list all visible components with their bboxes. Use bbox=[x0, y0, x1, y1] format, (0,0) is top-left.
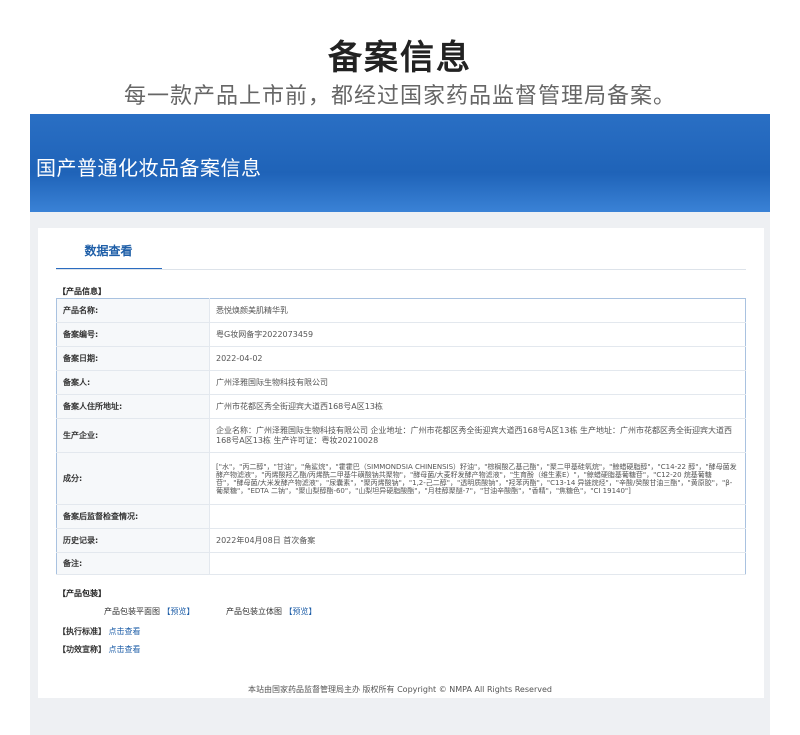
solid-image-label: 产品包装立体图 bbox=[226, 607, 282, 616]
solid-image-preview-link[interactable]: 【预览】 bbox=[285, 607, 317, 616]
row-key: 备注: bbox=[56, 552, 210, 575]
row-key: 备案编号: bbox=[56, 322, 210, 347]
table-row: 备注: bbox=[56, 552, 746, 575]
solid-image-row: 产品包装立体图 【预览】 bbox=[226, 606, 317, 617]
row-key: 成分: bbox=[56, 452, 210, 505]
tab-divider bbox=[56, 269, 746, 270]
standard-label: 【执行标准】 bbox=[58, 627, 106, 636]
tab-data-view[interactable]: 数据查看 bbox=[56, 240, 161, 270]
row-value bbox=[209, 504, 746, 529]
product-info-table: 产品名称: 悉悦焕颜美肌精华乳 备案编号: 粤G妆网备字2022073459 备… bbox=[56, 298, 746, 575]
row-value: 2022年04月08日 首次备案 bbox=[209, 528, 746, 553]
site-footer: 本站由国家药品监督管理局主办 版权所有 Copyright © NMPA All… bbox=[248, 685, 552, 694]
screenshot-frame: 国产普通化妆品备案信息 数据查看 【产品信息】 产品名称: 悉悦焕颜美肌精华乳 … bbox=[30, 114, 770, 735]
table-row: 生产企业: 企业名称：广州泽雅国际生物科技有限公司 企业地址：广州市花都区秀全街… bbox=[56, 418, 746, 453]
row-key: 备案人住所地址: bbox=[56, 394, 210, 419]
table-row: 备案日期: 2022-04-02 bbox=[56, 346, 746, 371]
banner-title: 国产普通化妆品备案信息 bbox=[36, 156, 262, 180]
product-info-label: 【产品信息】 bbox=[58, 287, 106, 296]
table-row: 成分: ["水"，"丙二醇"，"甘油"，"角鲨烷"，"霍霍巴（SIMMONDSI… bbox=[56, 452, 746, 505]
row-key: 生产企业: bbox=[56, 418, 210, 453]
page-subtitle: 每一款产品上市前，都经过国家药品监督管理局备案。 bbox=[123, 84, 676, 109]
row-value: 悉悦焕颜美肌精华乳 bbox=[209, 298, 746, 323]
table-row: 产品名称: 悉悦焕颜美肌精华乳 bbox=[56, 298, 746, 323]
packaging-label: 【产品包装】 bbox=[58, 589, 106, 598]
efficacy-label: 【功效宣称】 bbox=[58, 645, 106, 654]
page-headline: 备案信息 bbox=[328, 38, 472, 78]
standard-view-link[interactable]: 点击查看 bbox=[109, 627, 141, 636]
row-key: 备案日期: bbox=[56, 346, 210, 371]
table-row: 历史记录: 2022年04月08日 首次备案 bbox=[56, 528, 746, 553]
row-key: 备案后监督检查情况: bbox=[56, 504, 210, 529]
flat-image-preview-link[interactable]: 【预览】 bbox=[163, 607, 195, 616]
table-row: 备案人住所地址: 广州市花都区秀全街迎宾大道西168号A区13栋 bbox=[56, 394, 746, 419]
flat-image-row: 产品包装平面图 【预览】 bbox=[104, 606, 195, 617]
flat-image-label: 产品包装平面图 bbox=[104, 607, 160, 616]
table-row: 备案后监督检查情况: bbox=[56, 504, 746, 529]
row-key: 备案人: bbox=[56, 370, 210, 395]
row-value: 广州市花都区秀全街迎宾大道西168号A区13栋 bbox=[209, 394, 746, 419]
row-key: 历史记录: bbox=[56, 528, 210, 553]
row-value: 广州泽雅国际生物科技有限公司 bbox=[209, 370, 746, 395]
efficacy-view-link[interactable]: 点击查看 bbox=[109, 645, 141, 654]
standard-row: 【执行标准】 点击查看 bbox=[58, 626, 141, 637]
site-banner: 国产普通化妆品备案信息 bbox=[30, 114, 770, 212]
row-value: 粤G妆网备字2022073459 bbox=[209, 322, 746, 347]
table-row: 备案人: 广州泽雅国际生物科技有限公司 bbox=[56, 370, 746, 395]
row-value bbox=[209, 552, 746, 575]
row-value: 2022-04-02 bbox=[209, 346, 746, 371]
table-row: 备案编号: 粤G妆网备字2022073459 bbox=[56, 322, 746, 347]
row-value: ["水"，"丙二醇"，"甘油"，"角鲨烷"，"霍霍巴（SIMMONDSIA CH… bbox=[209, 452, 746, 505]
row-key: 产品名称: bbox=[56, 298, 210, 323]
efficacy-row: 【功效宣称】 点击查看 bbox=[58, 644, 141, 655]
content-panel: 数据查看 【产品信息】 产品名称: 悉悦焕颜美肌精华乳 备案编号: 粤G妆网备字… bbox=[38, 228, 764, 698]
row-value: 企业名称：广州泽雅国际生物科技有限公司 企业地址：广州市花都区秀全街迎宾大道西1… bbox=[209, 418, 746, 453]
